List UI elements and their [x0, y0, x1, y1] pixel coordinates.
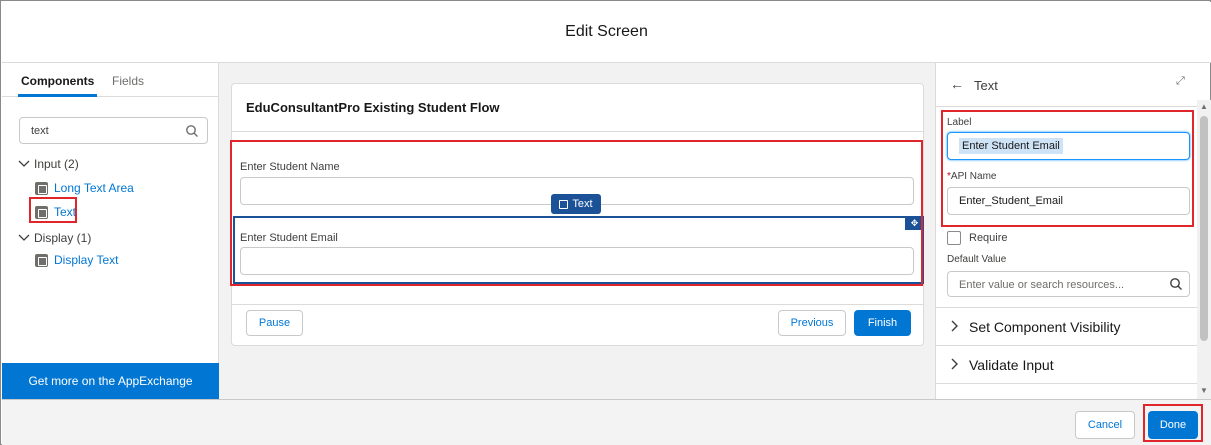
modal-title: Edit Screen — [565, 23, 648, 40]
expand-icon[interactable]: ⤢ — [1176, 75, 1185, 88]
section-set-component-visibility[interactable]: Set Component Visibility — [936, 307, 1198, 345]
section-label: Set Component Visibility — [969, 318, 1121, 335]
component-label: Display Text — [54, 253, 119, 267]
components-panel: Components Fields text Input (2) Long Te… — [2, 63, 219, 399]
properties-scrollbar[interactable]: ▲ ▼ — [1197, 100, 1211, 399]
component-label: Long Text Area — [54, 181, 134, 195]
previous-button[interactable]: Previous — [778, 310, 846, 336]
modal-header: Edit Screen — [2, 2, 1211, 63]
screen-canvas: EduConsultantPro Existing Student Flow P… — [219, 63, 935, 399]
display-text-icon — [35, 253, 48, 267]
section-validate-input[interactable]: Validate Input — [936, 345, 1198, 383]
chevron-down-icon — [18, 157, 30, 171]
search-value: text — [31, 125, 49, 137]
search-icon — [1169, 277, 1183, 294]
require-checkbox[interactable] — [947, 231, 961, 245]
group-input-toggle[interactable]: Input (2) — [18, 157, 79, 171]
require-label: Require — [969, 232, 1008, 244]
edit-screen-modal: Edit Screen Components Fields text Input… — [0, 0, 1211, 445]
chevron-down-icon — [18, 231, 30, 245]
default-value-placeholder: Enter value or search resources... — [959, 279, 1125, 291]
divider — [232, 131, 923, 132]
group-display-label: Display (1) — [34, 231, 92, 245]
default-value-input[interactable]: Enter value or search resources... — [947, 271, 1190, 297]
properties-panel: ← Text ⤢ Label Enter Student Email *API … — [935, 63, 1198, 399]
group-display-toggle[interactable]: Display (1) — [18, 231, 91, 245]
scroll-up-icon[interactable]: ▲ — [1200, 102, 1208, 111]
group-input-label: Input (2) — [34, 157, 79, 171]
modal-footer: Cancel Done — [2, 399, 1211, 445]
done-highlight — [1143, 404, 1203, 442]
section-next-collapsed[interactable] — [936, 383, 1198, 399]
text-component-highlight — [29, 197, 77, 223]
chevron-right-icon — [950, 357, 959, 373]
tab-fields[interactable]: Fields — [112, 74, 144, 88]
pause-button[interactable]: Pause — [246, 310, 303, 336]
tab-components[interactable]: Components — [21, 74, 94, 88]
finish-button[interactable]: Finish — [854, 310, 911, 336]
appexchange-link[interactable]: Get more on the AppExchange — [2, 363, 219, 399]
scroll-thumb[interactable] — [1200, 116, 1208, 341]
active-tab-indicator — [18, 94, 97, 97]
panel-tabs: Components Fields — [2, 63, 219, 97]
cancel-button[interactable]: Cancel — [1075, 411, 1135, 439]
fields-highlight — [230, 140, 923, 286]
label-api-highlight — [941, 110, 1194, 227]
scroll-down-icon[interactable]: ▼ — [1200, 386, 1208, 395]
properties-header: ← Text ⤢ — [936, 63, 1198, 107]
chevron-right-icon — [950, 319, 959, 335]
search-icon — [185, 124, 199, 141]
arrow-left-icon[interactable]: ← — [950, 76, 964, 92]
component-search-input[interactable]: text — [19, 117, 208, 144]
section-label: Validate Input — [969, 356, 1054, 373]
properties-title: Text — [974, 78, 998, 93]
default-value-label: Default Value — [947, 254, 1007, 265]
component-display-text[interactable]: Display Text — [35, 253, 118, 267]
divider — [232, 304, 923, 305]
flow-title: EduConsultantPro Existing Student Flow — [246, 100, 500, 115]
component-long-text-area[interactable]: Long Text Area — [35, 181, 134, 195]
long-text-area-icon — [35, 181, 48, 195]
